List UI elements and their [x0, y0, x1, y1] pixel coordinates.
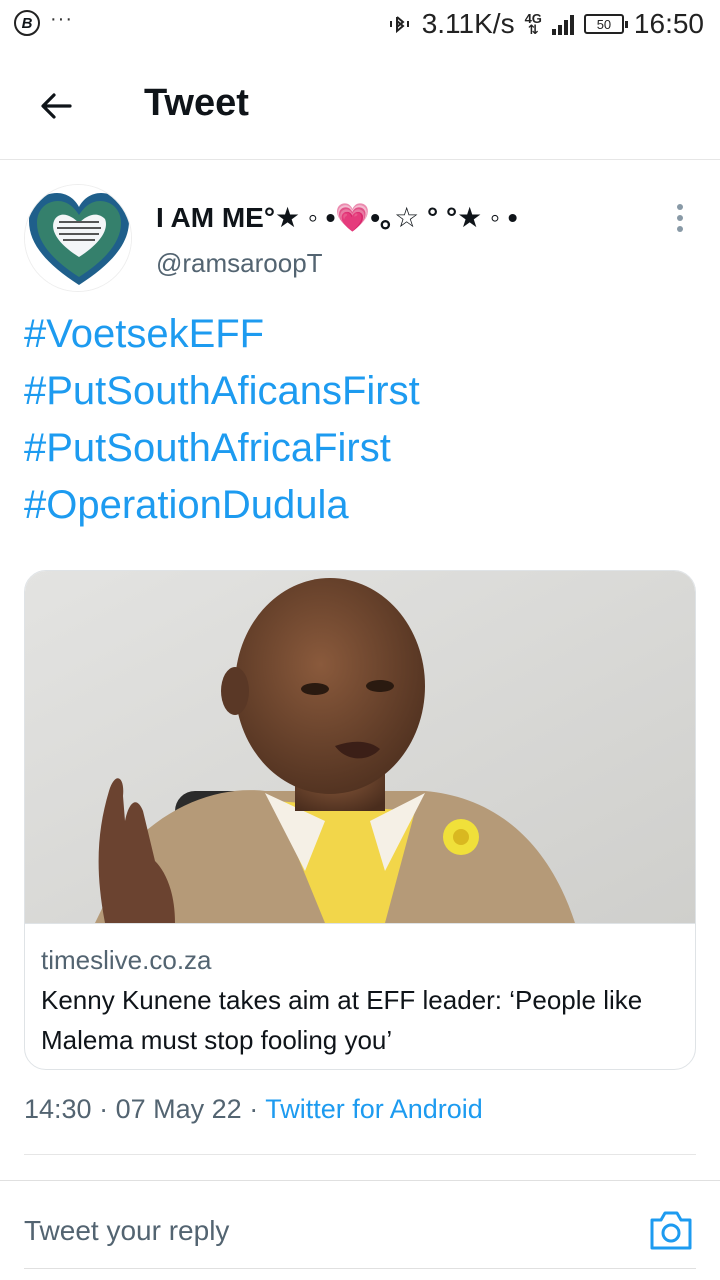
b-circle-icon: B — [14, 10, 40, 36]
battery-level: 50 — [596, 16, 612, 32]
display-name[interactable]: I AM ME°★ ◦ •💗•｡☆ ° °★ ◦ • — [156, 196, 518, 236]
hashtag-link[interactable]: #OperationDudula — [24, 477, 420, 534]
divider — [0, 1180, 720, 1181]
hashtag-link[interactable]: #PutSouthAficansFirst — [24, 363, 420, 420]
tweet-meta: 14:30 · 07 May 22 · Twitter for Android — [24, 1094, 483, 1125]
bluetooth-vibrate-icon — [389, 16, 409, 34]
tweet-time: 14:30 — [24, 1094, 92, 1124]
status-bar: B ··· 3.11K/s 4G ⇅ 50 16:50 — [0, 0, 720, 50]
camera-icon — [650, 1211, 692, 1250]
tweet-date: 07 May 22 — [115, 1094, 242, 1124]
status-bar-left: B ··· — [14, 7, 73, 36]
page-title: Tweet — [144, 82, 249, 124]
more-vertical-icon[interactable] — [668, 200, 692, 236]
battery-icon: 50 — [583, 14, 628, 34]
app-header: Tweet — [0, 50, 720, 160]
card-body: timeslive.co.za Kenny Kunene takes aim a… — [25, 923, 695, 1069]
avatar-image — [25, 185, 131, 291]
card-title: Kenny Kunene takes aim at EFF leader: ‘P… — [41, 985, 643, 1055]
notification-dots: ··· — [50, 7, 73, 30]
camera-button[interactable] — [648, 1206, 694, 1254]
card-domain: timeslive.co.za — [41, 945, 212, 975]
status-bar-right: 3.11K/s 4G ⇅ 50 16:50 — [388, 8, 704, 40]
hashtag-link[interactable]: #PutSouthAfricaFirst — [24, 420, 420, 477]
card-image — [25, 571, 695, 923]
meta-separator: · — [249, 1094, 259, 1124]
tweet-source-link[interactable]: Twitter for Android — [265, 1094, 483, 1124]
avatar[interactable] — [24, 184, 132, 292]
back-arrow-icon — [41, 93, 72, 119]
back-button[interactable] — [34, 84, 78, 128]
divider — [24, 1268, 696, 1269]
link-preview-card[interactable]: timeslive.co.za Kenny Kunene takes aim a… — [24, 570, 696, 1070]
reply-input[interactable] — [24, 1208, 604, 1254]
hashtag-link[interactable]: #VoetsekEFF — [24, 306, 420, 363]
signal-icon — [551, 13, 574, 35]
meta-separator: · — [99, 1094, 109, 1124]
network-type: 4G ⇅ — [524, 11, 542, 37]
divider — [24, 1154, 696, 1155]
user-handle[interactable]: @ramsaroopT — [156, 248, 323, 279]
network-speed: 3.11K/s — [421, 8, 515, 39]
clock: 16:50 — [633, 8, 704, 39]
tweet-text: #VoetsekEFF #PutSouthAficansFirst #PutSo… — [24, 306, 420, 534]
